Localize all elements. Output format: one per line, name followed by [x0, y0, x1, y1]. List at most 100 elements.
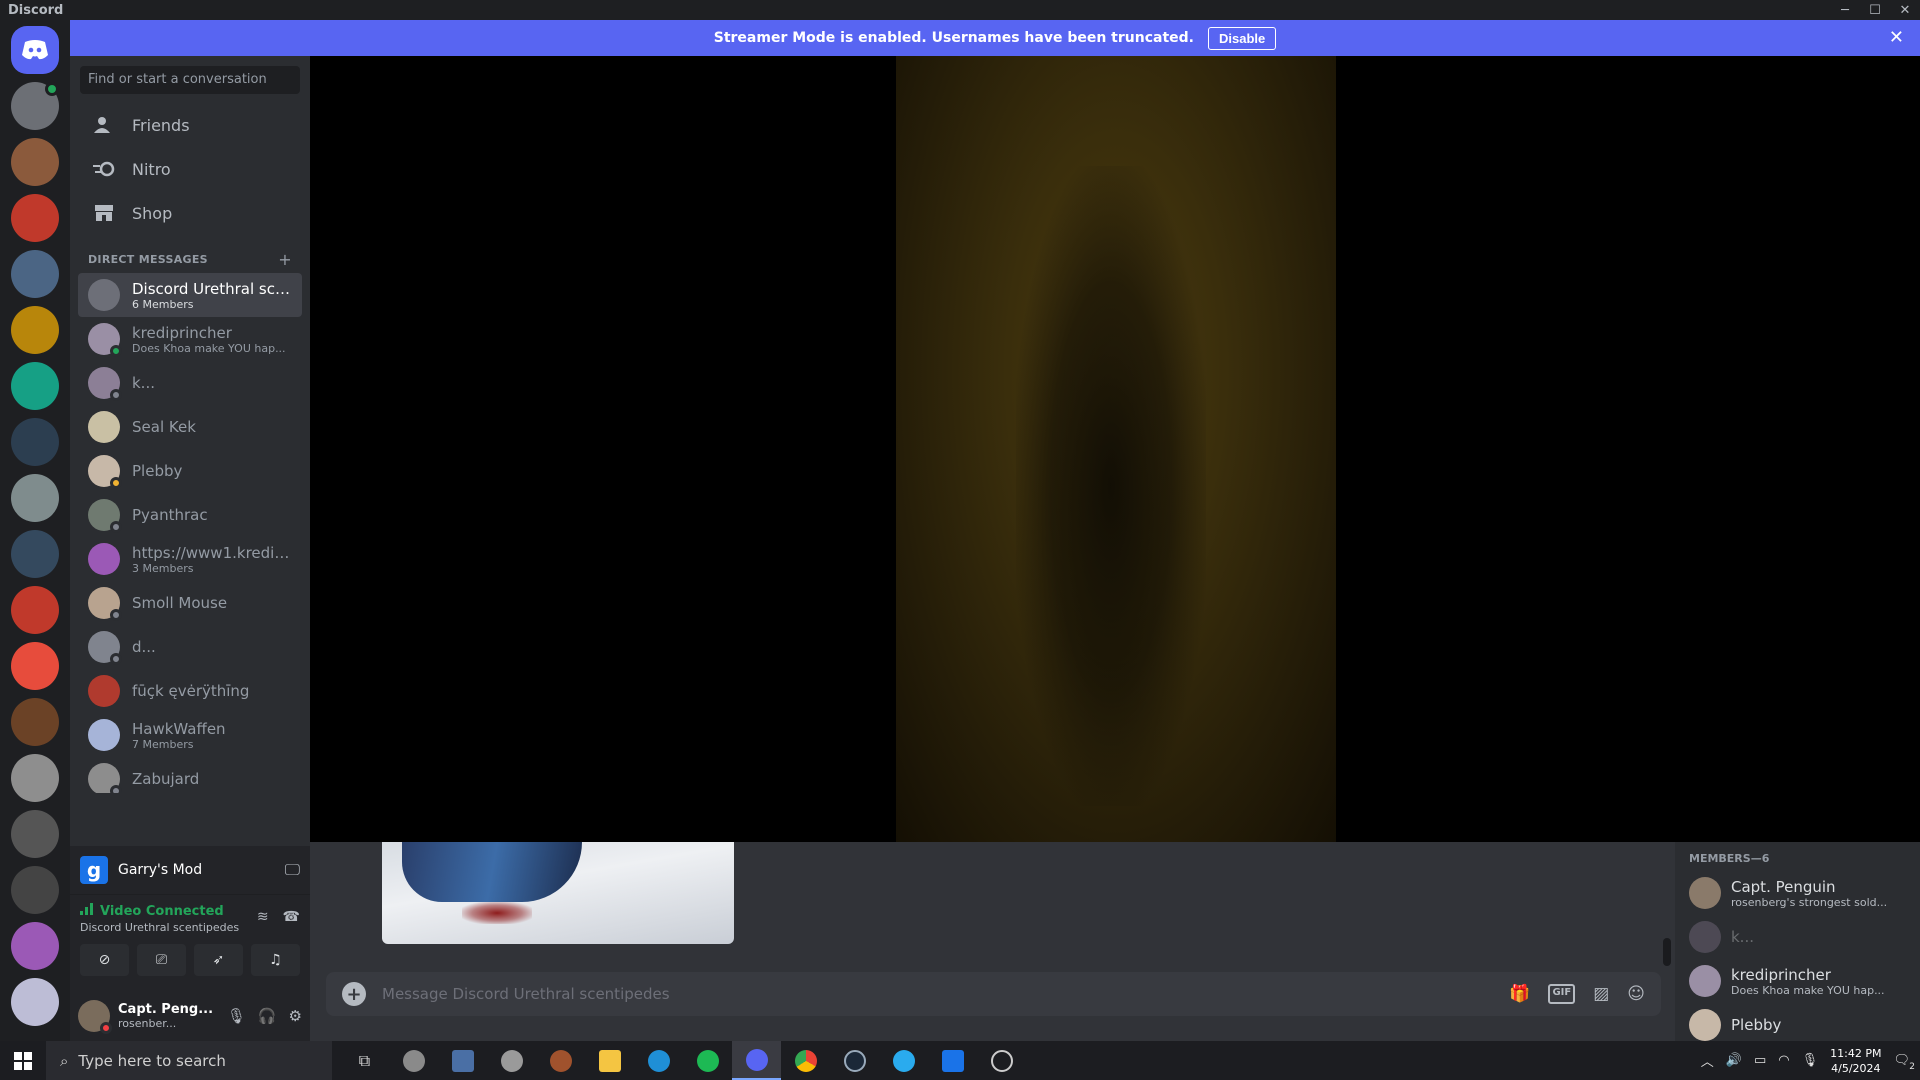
taskbar-clock[interactable]: 11:42 PM 4/5/2024 [1830, 1046, 1881, 1076]
taskbar-search[interactable]: ⌕ Type here to search [46, 1041, 332, 1080]
server-icon[interactable] [11, 194, 59, 242]
dm-item[interactable]: HawkWaffen 7 Members [78, 713, 302, 757]
noise-suppression-icon[interactable]: ≋ [257, 909, 269, 925]
gift-icon[interactable]: 🎁 [1509, 984, 1530, 1004]
camera-off-button[interactable]: ⊘ [80, 944, 129, 976]
taskbar-app-4-icon[interactable] [536, 1041, 585, 1080]
server-icon[interactable] [11, 418, 59, 466]
server-icon[interactable] [11, 866, 59, 914]
dm-item[interactable]: k... [78, 361, 302, 405]
activity-game-name: Garry's Mod [118, 862, 203, 878]
server-icon[interactable] [11, 586, 59, 634]
server-icon[interactable] [11, 978, 59, 1026]
dm-item[interactable]: fūçk ęvėrÿthīng [78, 669, 302, 713]
video-stream-area[interactable] [310, 56, 1920, 842]
message-input[interactable]: Message Discord Urethral scentipedes [382, 985, 1493, 1003]
telegram-icon[interactable] [879, 1041, 928, 1080]
user-status-text: rosenber... [118, 1016, 177, 1030]
file-explorer-icon[interactable] [585, 1041, 634, 1080]
dm-avatar [88, 279, 120, 311]
tray-overflow-chevron-icon[interactable]: ︿ [1701, 1051, 1714, 1070]
chrome-icon[interactable] [781, 1041, 830, 1080]
spotify-icon[interactable] [683, 1041, 732, 1080]
taskbar-apps: ⧉ [340, 1041, 1026, 1080]
stream-screen-icon[interactable]: 🖵 [285, 860, 300, 880]
dm-subtext: Does Khoa make YOU hap... [132, 341, 286, 355]
create-dm-plus-icon[interactable]: + [278, 250, 292, 269]
steam-icon[interactable] [830, 1041, 879, 1080]
dm-name: d... [132, 638, 156, 656]
dm-item[interactable]: Smoll Mouse [78, 581, 302, 625]
dm-avatar [88, 631, 122, 665]
dm-item[interactable]: Plebby [78, 449, 302, 493]
nav-nitro-label: Nitro [132, 159, 171, 179]
dm-item[interactable]: Zabujard [78, 757, 302, 793]
dm-item[interactable]: kredip‌rincher Does Khoa make YOU hap... [78, 317, 302, 361]
notification-count: 2 [1909, 1062, 1915, 1072]
dm-item[interactable]: Pyanthrac [78, 493, 302, 537]
close-window-icon[interactable]: ✕ [1890, 3, 1920, 18]
server-icon[interactable] [11, 810, 59, 858]
volume-icon[interactable]: 🔊 [1726, 1053, 1742, 1068]
server-icon[interactable] [11, 754, 59, 802]
server-icon[interactable] [11, 82, 59, 130]
minimize-icon[interactable]: ─ [1830, 3, 1860, 18]
close-banner-icon[interactable]: ✕ [1889, 27, 1904, 48]
emoji-icon[interactable]: ☺ [1627, 984, 1645, 1004]
dm-item[interactable]: https://www1.kredi-m... 3 Members [78, 537, 302, 581]
edge-browser-icon[interactable] [634, 1041, 683, 1080]
server-icon[interactable] [11, 642, 59, 690]
dm-item[interactable]: Discord Urethral scen... 6 Members [78, 273, 302, 317]
server-icon[interactable] [11, 530, 59, 578]
discord-taskbar-icon[interactable] [732, 1041, 781, 1080]
user-avatar[interactable] [78, 999, 112, 1034]
discord-home-button[interactable] [11, 26, 59, 74]
server-icon[interactable] [11, 362, 59, 410]
soundboard-button[interactable]: ♫ [251, 944, 300, 976]
dm-item[interactable]: d... [78, 625, 302, 669]
display-icon[interactable]: ▭ [1754, 1053, 1766, 1068]
add-attachment-button[interactable]: + [342, 982, 366, 1006]
server-icon[interactable] [11, 306, 59, 354]
wifi-icon[interactable]: ◠ [1778, 1053, 1789, 1068]
member-item[interactable]: kredip‌rincher Does Khoa make YOU hap... [1689, 959, 1920, 1003]
sticker-icon[interactable]: ▨ [1593, 984, 1609, 1004]
share-screen-button[interactable]: ⎚ [137, 944, 186, 976]
disconnect-call-icon[interactable]: ☎ [283, 909, 300, 925]
server-icon[interactable] [11, 698, 59, 746]
taskbar-app-clock-icon[interactable] [977, 1041, 1026, 1080]
member-item[interactable]: Capt. Penguin rosenberg's strongest sold.… [1689, 871, 1920, 915]
notifications-icon[interactable]: 🗨 2 [1893, 1053, 1915, 1072]
server-icon[interactable] [11, 474, 59, 522]
video-silhouette [1016, 166, 1206, 806]
taskbar-app-2-icon[interactable] [438, 1041, 487, 1080]
tray-microphone-icon[interactable]: 🎙 [1802, 1053, 1819, 1068]
taskbar-app-3-icon[interactable] [487, 1041, 536, 1080]
nav-friends[interactable]: Friends [78, 104, 302, 146]
dm-name: k... [132, 374, 155, 392]
task-view-icon[interactable]: ⧉ [340, 1041, 389, 1080]
server-icon[interactable] [11, 138, 59, 186]
gif-button[interactable]: GIF [1548, 984, 1576, 1004]
nav-shop[interactable]: Shop [78, 192, 302, 234]
garrys-mod-taskbar-icon[interactable] [928, 1041, 977, 1080]
server-icon[interactable] [11, 250, 59, 298]
taskbar-app-1-icon[interactable] [389, 1041, 438, 1080]
discord-logo-icon [22, 40, 48, 60]
settings-gear-icon[interactable]: ⚙ [289, 1007, 302, 1025]
headphones-icon[interactable]: 🎧 [258, 1007, 277, 1025]
dm-item[interactable]: Seal Kek [78, 405, 302, 449]
microphone-icon[interactable]: 🎙 [227, 1007, 246, 1025]
chat-scrollbar[interactable] [1663, 938, 1671, 966]
maximize-icon[interactable]: ☐ [1860, 3, 1890, 18]
image-attachment[interactable] [382, 842, 734, 944]
activity-rocket-button[interactable]: ➶ [194, 944, 243, 976]
member-item[interactable]: k... [1689, 915, 1920, 959]
user-panel: Capt. Peng... rosenber... 🎙 🎧 ⚙ [70, 990, 310, 1041]
server-icon[interactable] [11, 922, 59, 970]
find-conversation-button[interactable]: Find or start a conversation [80, 66, 300, 94]
disable-streamer-mode-button[interactable]: Disable [1208, 26, 1277, 50]
windows-start-icon[interactable] [0, 1041, 46, 1080]
nav-nitro[interactable]: Nitro [78, 148, 302, 190]
clock-date: 4/5/2024 [1831, 1061, 1881, 1075]
